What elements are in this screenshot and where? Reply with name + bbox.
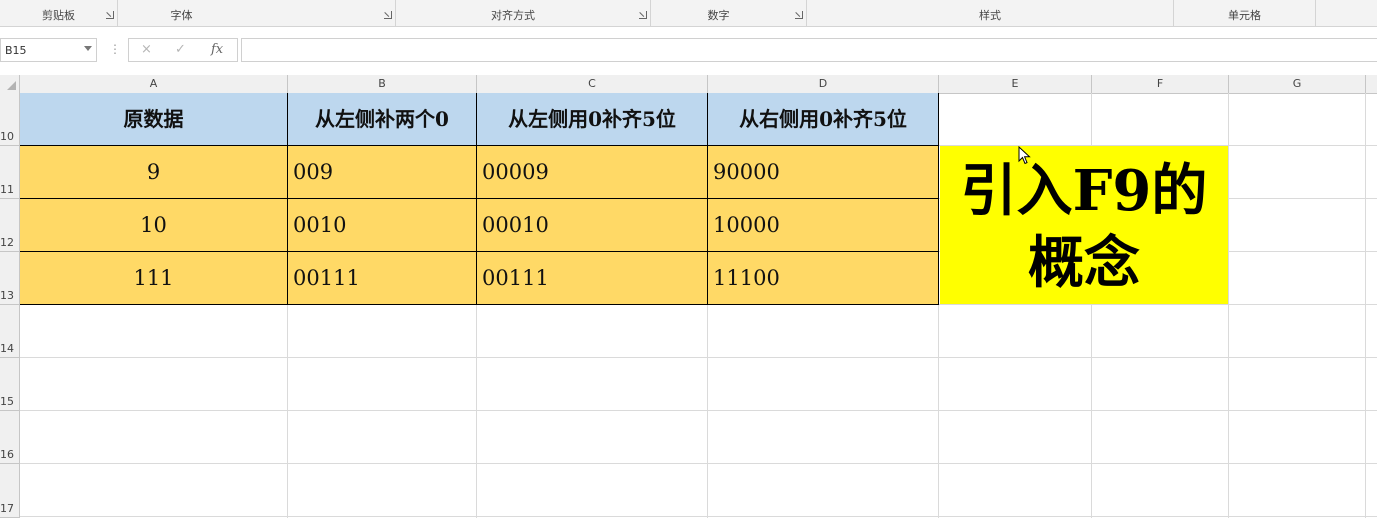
cell-d13[interactable]: 11100 bbox=[708, 252, 939, 305]
cell-b12[interactable]: 0010 bbox=[288, 199, 477, 252]
gridline bbox=[1228, 93, 1229, 518]
mouse-pointer-icon bbox=[1018, 146, 1031, 165]
cell-b13[interactable]: 00111 bbox=[288, 252, 477, 305]
cell-c12[interactable]: 00010 bbox=[477, 199, 708, 252]
cell-c13[interactable]: 00111 bbox=[477, 252, 708, 305]
header-cell-d10[interactable]: 从右侧用0补齐5位 bbox=[708, 93, 939, 146]
cell-a11[interactable]: 9 bbox=[20, 146, 288, 199]
header-cell-a10[interactable]: 原数据 bbox=[20, 93, 288, 146]
gridline bbox=[20, 516, 1377, 517]
gridline bbox=[1365, 93, 1366, 518]
cell-b11[interactable]: 009 bbox=[288, 146, 477, 199]
header-cell-b10[interactable]: 从左侧补两个0 bbox=[288, 93, 477, 146]
cell-a13[interactable]: 111 bbox=[20, 252, 288, 305]
cell-c11[interactable]: 00009 bbox=[477, 146, 708, 199]
gridline bbox=[20, 357, 1377, 358]
cell-d11[interactable]: 90000 bbox=[708, 146, 939, 199]
gridline bbox=[20, 463, 1377, 464]
gridline bbox=[20, 410, 1377, 411]
callout-line-2: 概念 bbox=[1028, 230, 1140, 296]
callout-cell[interactable]: 引入F9的 概念 bbox=[940, 146, 1228, 304]
cell-d12[interactable]: 10000 bbox=[708, 199, 939, 252]
header-cell-c10[interactable]: 从左侧用0补齐5位 bbox=[477, 93, 708, 146]
callout-line-1: 引入F9的 bbox=[960, 158, 1208, 224]
cell-a12[interactable]: 10 bbox=[20, 199, 288, 252]
